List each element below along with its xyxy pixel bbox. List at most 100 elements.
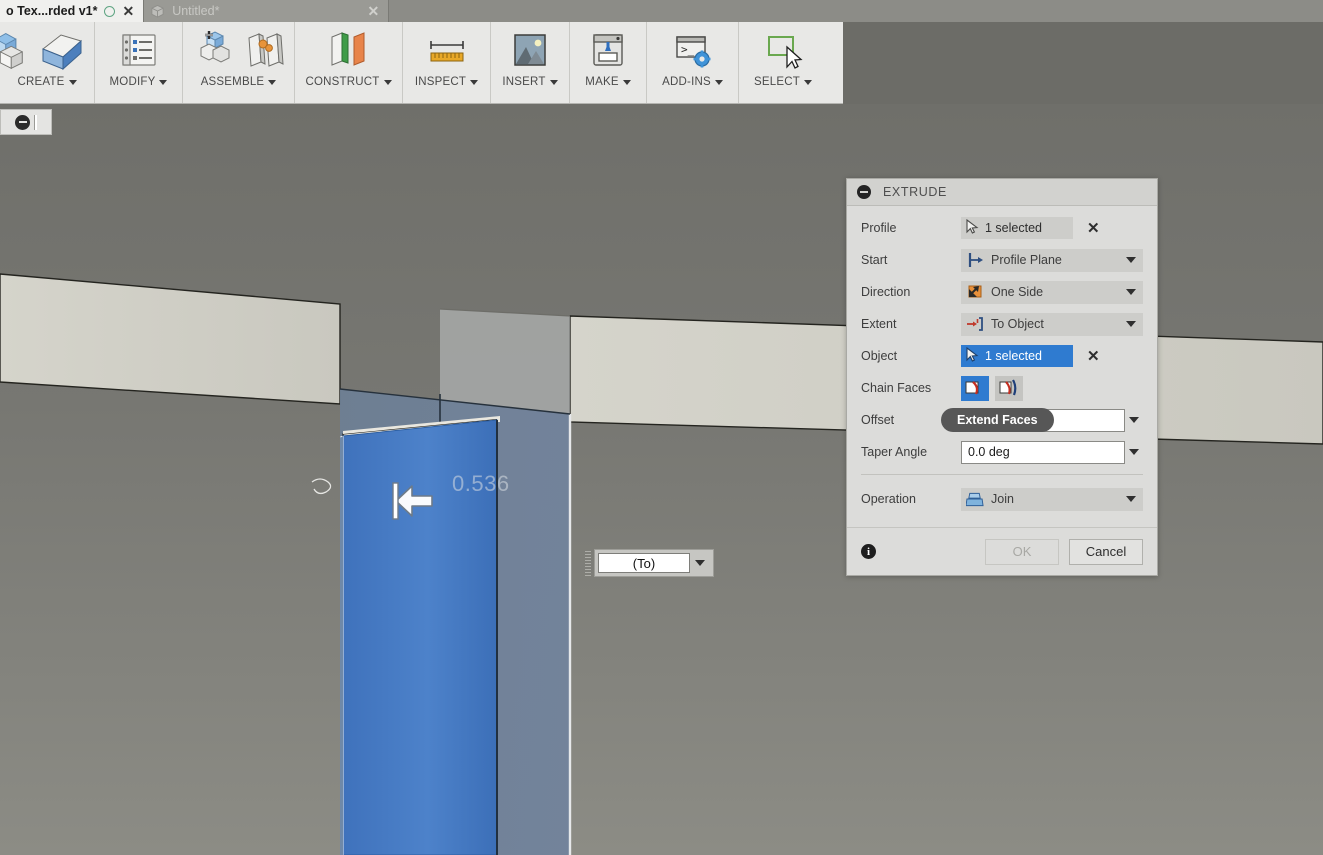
chevron-down-icon[interactable] — [1123, 321, 1139, 327]
chevron-down-icon — [714, 79, 723, 85]
ribbon-label-assemble[interactable]: ASSEMBLE — [193, 74, 285, 88]
label-profile: Profile — [861, 221, 897, 235]
scripts-addins-icon[interactable]: >_ — [668, 26, 718, 74]
ribbon-label-insert[interactable]: INSERT — [494, 74, 565, 88]
3d-print-icon[interactable] — [583, 26, 633, 74]
direction-value: One Side — [991, 285, 1044, 299]
tab-bar-empty — [389, 0, 1323, 22]
ribbon-label-modify[interactable]: MODIFY — [102, 74, 176, 88]
row-object: Object 1 selected ✕ — [847, 340, 1157, 372]
chevron-down-icon — [159, 79, 168, 85]
tab-document-1[interactable]: o Tex...rded v1* ✕ — [0, 0, 145, 22]
properties-list-icon[interactable] — [114, 26, 164, 74]
operation-combo[interactable]: Join — [961, 487, 1143, 511]
extrude-wedge-icon[interactable] — [37, 26, 87, 74]
extrude-dialog[interactable]: EXTRUDE Profile 1 selected ✕ Start Profi… — [846, 178, 1158, 576]
ribbon-group-insert: INSERT — [491, 22, 570, 103]
chevron-down-icon — [470, 79, 479, 85]
ribbon-label-select[interactable]: SELECT — [746, 74, 820, 88]
close-icon[interactable]: ✕ — [367, 4, 379, 18]
ribbon-group-make: MAKE — [570, 22, 647, 103]
ribbon-group-label: CONSTRUCT — [305, 76, 380, 88]
direction-combo[interactable]: One Side — [961, 280, 1143, 304]
circle-minus-icon[interactable] — [15, 114, 30, 130]
ribbon-group-construct: CONSTRUCT — [295, 22, 403, 103]
label-operation: Operation — [861, 492, 916, 506]
dialog-title: EXTRUDE — [883, 185, 947, 199]
new-component-icon[interactable] — [188, 26, 238, 74]
marking-menu-toolbar[interactable] — [0, 109, 52, 135]
ribbon-group-assemble: ASSEMBLE — [183, 22, 295, 103]
extent-value-widget[interactable]: (To) — [585, 548, 714, 578]
profile-selection-text: 1 selected — [985, 221, 1042, 235]
chevron-down-icon — [622, 79, 631, 85]
offset-plane-icon[interactable] — [324, 26, 374, 74]
join-operation-icon — [966, 490, 984, 508]
insert-image-icon[interactable] — [505, 26, 555, 74]
ribbon-label-create[interactable]: CREATE — [10, 74, 85, 88]
chain-faces-off-icon[interactable] — [995, 375, 1023, 401]
tab-document-2[interactable]: Untitled* ✕ — [144, 0, 390, 22]
extent-value: To Object — [991, 317, 1044, 331]
object-selection-chip[interactable]: 1 selected — [961, 345, 1073, 367]
ribbon-group-addins: >_ ADD-INS — [647, 22, 739, 103]
label-chain-faces: Chain Faces — [861, 381, 932, 395]
row-chain-faces: Chain Faces — [847, 372, 1157, 404]
extent-value-input[interactable]: (To) — [598, 553, 690, 573]
to-object-icon — [966, 315, 984, 333]
circle-minus-icon[interactable] — [857, 185, 871, 199]
row-taper-angle: Taper Angle 0.0 deg — [847, 436, 1157, 468]
dialog-header[interactable]: EXTRUDE — [847, 179, 1157, 206]
start-value: Profile Plane — [991, 253, 1062, 267]
extrusion-front-face — [342, 419, 498, 855]
cancel-button[interactable]: Cancel — [1069, 538, 1143, 565]
select-window-cursor-icon[interactable] — [758, 26, 808, 74]
chevron-down-icon[interactable] — [1123, 496, 1139, 502]
clear-object-selection-icon[interactable]: ✕ — [1087, 349, 1100, 364]
label-extent: Extent — [861, 317, 897, 331]
ribbon-group-label: CREATE — [17, 76, 65, 88]
ribbon-label-addins[interactable]: ADD-INS — [654, 74, 731, 88]
chevron-down-icon[interactable] — [1123, 257, 1139, 263]
profile-selection-chip[interactable]: 1 selected — [961, 217, 1073, 239]
box-solid-icon[interactable] — [0, 26, 35, 74]
taper-angle-input[interactable]: 0.0 deg — [961, 440, 1125, 464]
svg-text:>_: >_ — [681, 43, 695, 56]
chevron-down-icon[interactable] — [1123, 289, 1139, 295]
extent-value-box[interactable]: (To) — [594, 549, 714, 577]
label-direction: Direction — [861, 285, 911, 299]
operation-value: Join — [991, 492, 1014, 506]
drag-grip-icon[interactable] — [585, 550, 591, 576]
extent-combo[interactable]: To Object — [961, 312, 1143, 336]
close-icon[interactable]: ✕ — [122, 4, 134, 18]
progress-circle-icon — [104, 5, 116, 17]
ribbon-label-inspect[interactable]: INSPECT — [407, 74, 486, 88]
chevron-down-icon[interactable] — [690, 553, 710, 573]
ribbon-label-construct[interactable]: CONSTRUCT — [298, 74, 400, 88]
label-object: Object — [861, 349, 898, 363]
chevron-down-icon[interactable] — [1125, 449, 1143, 455]
dialog-body: Profile 1 selected ✕ Start Profile Plane… — [847, 206, 1157, 527]
chevron-down-icon — [68, 79, 77, 85]
ribbon-group-modify: MODIFY — [95, 22, 183, 103]
measure-ruler-icon[interactable] — [422, 26, 472, 74]
clear-profile-selection-icon[interactable]: ✕ — [1087, 221, 1100, 236]
chain-faces-on-icon[interactable] — [961, 375, 989, 401]
canvas-top-fill — [843, 22, 1323, 104]
label-start: Start — [861, 253, 888, 267]
ribbon-label-make[interactable]: MAKE — [577, 74, 638, 88]
row-extent: Extent To Object — [847, 308, 1157, 340]
drag-handle-icon[interactable] — [34, 114, 37, 130]
ribbon-group-label: MODIFY — [109, 76, 156, 88]
ribbon-group-label: SELECT — [754, 76, 800, 88]
section-divider — [861, 474, 1143, 475]
ok-button[interactable]: OK — [985, 538, 1059, 565]
dialog-footer: i OK Cancel — [847, 527, 1157, 575]
joint-icon[interactable] — [240, 26, 290, 74]
wall-band-left — [0, 273, 341, 405]
start-combo[interactable]: Profile Plane — [961, 248, 1143, 272]
ribbon-group-label: INSPECT — [414, 76, 467, 88]
tab-bar: o Tex...rded v1* ✕ Untitled* ✕ — [0, 0, 1323, 22]
info-icon[interactable]: i — [861, 544, 876, 559]
chevron-down-icon[interactable] — [1125, 417, 1143, 423]
